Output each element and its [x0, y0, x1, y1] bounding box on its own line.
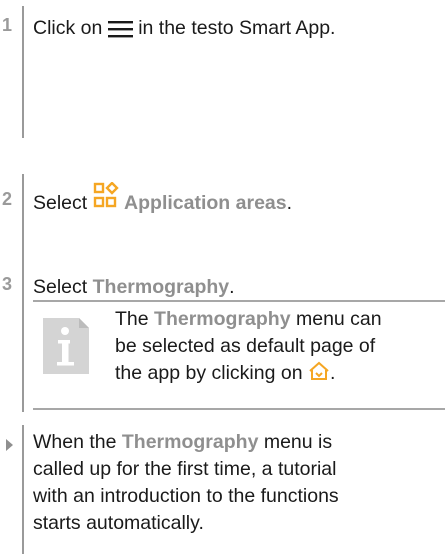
thermography-label: Thermography	[154, 308, 291, 330]
step-text-before: Click on	[33, 17, 108, 39]
note-line-3: the app by clicking on .	[115, 360, 382, 387]
home-icon	[309, 361, 329, 380]
note-top-rule	[33, 300, 445, 302]
note-text-before: the app by clicking on	[115, 362, 308, 384]
result-text-after: menu is	[258, 431, 333, 453]
step-text-before: Select	[33, 192, 93, 214]
application-areas-icon	[93, 182, 119, 208]
step-text-after: .	[286, 192, 293, 214]
result-block: When the Thermography menu is called up …	[0, 425, 445, 554]
step-number: 1	[2, 15, 13, 35]
info-note: The Thermography menu can be selected as…	[33, 300, 445, 412]
step-text-after: in the testo Smart App.	[138, 17, 336, 39]
result-line-2: called up for the first time, a tutorial	[33, 458, 337, 480]
note-bottom-rule	[33, 408, 445, 410]
thermography-label: Thermography	[92, 276, 230, 298]
step-number: 3	[2, 274, 13, 294]
note-line-1: The Thermography menu can	[115, 306, 382, 333]
step-number: 2	[2, 189, 13, 209]
result-divider	[22, 425, 24, 554]
result-arrow-icon	[6, 439, 13, 451]
step-instruction: Click on in the testo Smart App.	[33, 15, 335, 41]
info-icon	[43, 318, 89, 374]
result-text-before: When the	[33, 431, 122, 453]
result-line-1: When the Thermography menu is	[33, 429, 339, 456]
thermography-label: Thermography	[121, 431, 259, 453]
result-line-3: with an introduction to the functions	[33, 485, 339, 507]
result-line-4: starts automatically.	[33, 512, 204, 534]
note-line-2: be selected as default page of	[115, 335, 376, 357]
step-instruction: Select Application areas.	[33, 182, 293, 216]
note-text-after: .	[329, 362, 336, 384]
result-text: When the Thermography menu is called up …	[33, 429, 339, 537]
step-1: 1 Click on in the testo Smart App.	[0, 0, 445, 140]
step-text-before: Select	[33, 276, 93, 298]
step-divider	[22, 6, 24, 138]
step-instruction: Select Thermography.	[33, 274, 235, 300]
note-text: The Thermography menu can be selected as…	[115, 306, 382, 387]
note-text-after: menu can	[290, 308, 382, 330]
note-divider	[22, 300, 24, 412]
application-areas-label: Application areas	[124, 192, 287, 214]
note-text-before: The	[115, 308, 155, 330]
hamburger-menu-icon	[107, 20, 133, 38]
step-text-after: .	[229, 276, 235, 298]
